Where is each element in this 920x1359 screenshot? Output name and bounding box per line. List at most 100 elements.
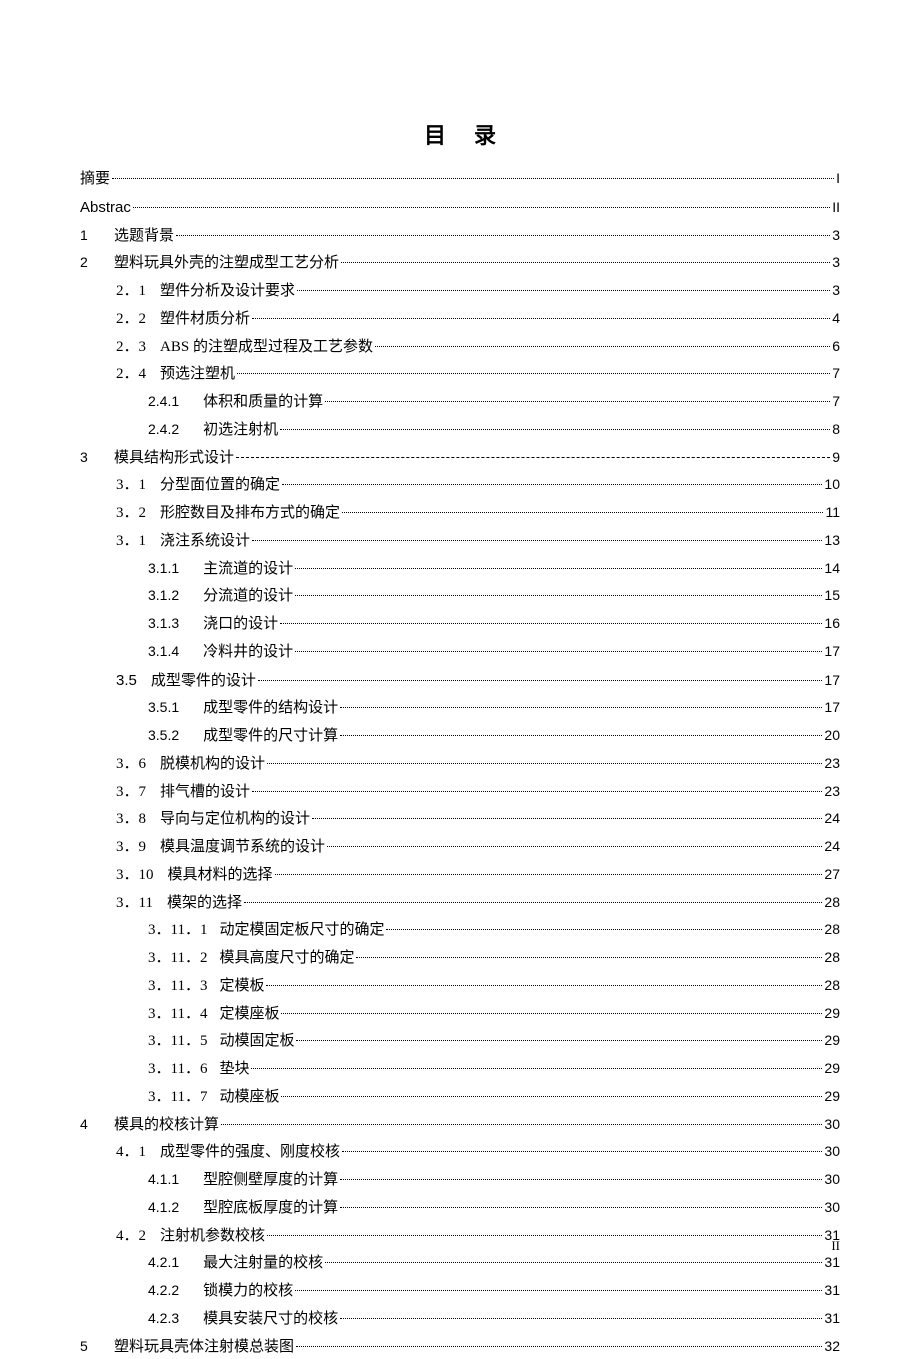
toc-entry-page: 29: [824, 1058, 840, 1080]
toc-entry-text: 注射机参数校核: [160, 1228, 265, 1244]
toc-entry: 4.1.2 型腔底板厚度的计算 30: [80, 1197, 840, 1220]
toc-entry-page: 15: [824, 585, 840, 607]
toc-entry: 3．11．4定模座板 29: [80, 1003, 840, 1026]
toc-entry-text: 模具温度调节系统的设计: [160, 839, 325, 855]
toc-entry-label: 3．11．4定模座板: [148, 1003, 279, 1026]
toc-leader: [325, 1262, 822, 1263]
toc-entry-page: 30: [824, 1141, 840, 1163]
toc-entry-number: 3．9: [116, 836, 146, 859]
toc-leader: [296, 1040, 822, 1041]
toc-leader: [176, 235, 830, 236]
toc-entry-label: 4模具的校核计算: [80, 1114, 219, 1137]
toc-entry-page: 17: [824, 670, 840, 692]
toc-entry-label: 3.5.2成型零件的尺寸计算: [148, 725, 338, 748]
toc-entry-label: 1选题背景: [80, 225, 174, 248]
toc-leader: [236, 457, 830, 458]
toc-entry-text: 型腔底板厚度的计算: [203, 1200, 338, 1216]
toc-entry-text: 模具安装尺寸的校核: [203, 1311, 338, 1327]
toc-leader: [340, 707, 822, 708]
toc-entry-page: 31: [824, 1252, 840, 1274]
toc-entry-page: 24: [824, 808, 840, 830]
toc-entry: 2.4.2初选注射机8: [80, 419, 840, 442]
toc-entry-text: 动模座板: [219, 1089, 279, 1105]
toc-leader: [221, 1124, 822, 1125]
toc-entry-text: 模具高度尺寸的确定: [219, 950, 354, 966]
toc-entry-number: 4.1.1: [148, 1169, 179, 1191]
toc-entry-number: 3．11: [116, 892, 153, 915]
toc-entry-label: 3．2 形腔数目及排布方式的确定: [116, 502, 340, 525]
toc-entry: 2塑料玩具外壳的注塑成型工艺分析3: [80, 252, 840, 275]
toc-entry-label: 4.2.3 模具安装尺寸的校核: [148, 1308, 338, 1331]
toc-entry-label: 3．11．6垫块: [148, 1058, 249, 1081]
toc-entry-text: 分流道的设计: [203, 588, 293, 604]
toc-leader: [327, 846, 822, 847]
toc-entry-number: 3．11．7: [148, 1086, 207, 1109]
toc-leader: [296, 1346, 822, 1347]
toc-entry-number: 3．7: [116, 781, 146, 804]
toc-entry-page: 10: [824, 474, 840, 496]
toc-leader: [267, 763, 822, 764]
toc-entry-number: 2．2: [116, 308, 146, 331]
toc-entry-label: 3．11．7 动模座板: [148, 1086, 279, 1109]
toc-leader: [356, 957, 822, 958]
toc-entry: 3.1.3浇口的设计16: [80, 613, 840, 636]
toc-leader: [112, 178, 834, 179]
toc-entry-page: 32: [824, 1336, 840, 1358]
toc-entry: 3．11．5动模固定板29: [80, 1030, 840, 1053]
toc-entry-label: 3．6脱模机构的设计: [116, 753, 265, 776]
toc-entry-page: 7: [832, 363, 840, 385]
toc-entry-page: 3: [832, 225, 840, 247]
toc-entry-label: 3.1.3浇口的设计: [148, 613, 278, 636]
toc-entry-text: Abstrac: [80, 199, 131, 216]
toc-entry: 4．2注射机参数校核31: [80, 1225, 840, 1248]
toc-entry: 3.1.1主流道的设计14: [80, 558, 840, 581]
toc-entry-number: 4.2.1: [148, 1252, 179, 1274]
toc-entry: 2．1塑件分析及设计要求3: [80, 280, 840, 303]
toc-entry: 3．2形腔数目及排布方式的确定11: [80, 502, 840, 525]
toc-entry-label: 4．1成型零件的强度、刚度校核: [116, 1141, 340, 1164]
toc-entry-text: 模具结构形式设计: [114, 450, 234, 466]
toc-entry-label: 2．1塑件分析及设计要求: [116, 280, 295, 303]
page-number-footer: II: [831, 1238, 840, 1254]
toc-entry-label: 3．11．3定模板: [148, 975, 264, 998]
toc-entry-number: 3．8: [116, 808, 146, 831]
toc-entry-number: 3．11．3: [148, 975, 207, 998]
toc-entry-text: 成型零件的结构设计: [203, 700, 338, 716]
toc-entry-label: 4．2 注射机参数校核: [116, 1225, 265, 1248]
toc-entry-number: 3.1.4: [148, 641, 179, 663]
toc-entry: 4模具的校核计算30: [80, 1114, 840, 1137]
toc-entry: 3．11．7动模座板29: [80, 1086, 840, 1109]
toc-entry-page: I: [836, 168, 840, 190]
toc-leader: [275, 874, 823, 875]
toc-entry-number: 2．4: [116, 363, 146, 386]
toc-entry-number: 4.1.2: [148, 1197, 179, 1219]
toc-entry-label: 2．4预选注塑机: [116, 363, 235, 386]
toc-leader: [266, 985, 822, 986]
toc-leader: [251, 1068, 822, 1069]
toc-entry-number: 3．11．6: [148, 1058, 207, 1081]
toc-leader: [312, 818, 822, 819]
toc-entry-text: 形腔数目及排布方式的确定: [160, 505, 340, 521]
toc-leader: [295, 651, 822, 652]
toc-leader: [244, 902, 822, 903]
toc-entry: 3．11．3定模板28: [80, 975, 840, 998]
toc-entry: 3．1分型面位置的确定10: [80, 474, 840, 497]
toc-leader: [282, 484, 822, 485]
toc-entry-number: 4: [80, 1114, 114, 1136]
toc-leader: [297, 290, 830, 291]
toc-entry-number: 1: [80, 225, 114, 247]
toc-entry-page: 30: [824, 1197, 840, 1219]
toc-entry-number: 4.2.3: [148, 1308, 179, 1330]
toc-entry: 4.2.2锁模力的校核31: [80, 1280, 840, 1303]
toc-entry: 2．2塑件材质分析4: [80, 308, 840, 331]
toc-entry: 摘要I: [80, 168, 840, 191]
toc-entry-number: 4．2: [116, 1225, 146, 1248]
toc-entry-page: 3: [832, 252, 840, 274]
toc-entry-number: 3.1.1: [148, 558, 179, 580]
toc-leader: [340, 1318, 822, 1319]
toc-entry-number: 3．10: [116, 864, 154, 887]
toc-entry-number: 3．2: [116, 502, 146, 525]
toc-entry-page: 13: [824, 530, 840, 552]
toc-entry-page: 29: [824, 1003, 840, 1025]
toc-entry-label: 3．11．5动模固定板: [148, 1030, 294, 1053]
